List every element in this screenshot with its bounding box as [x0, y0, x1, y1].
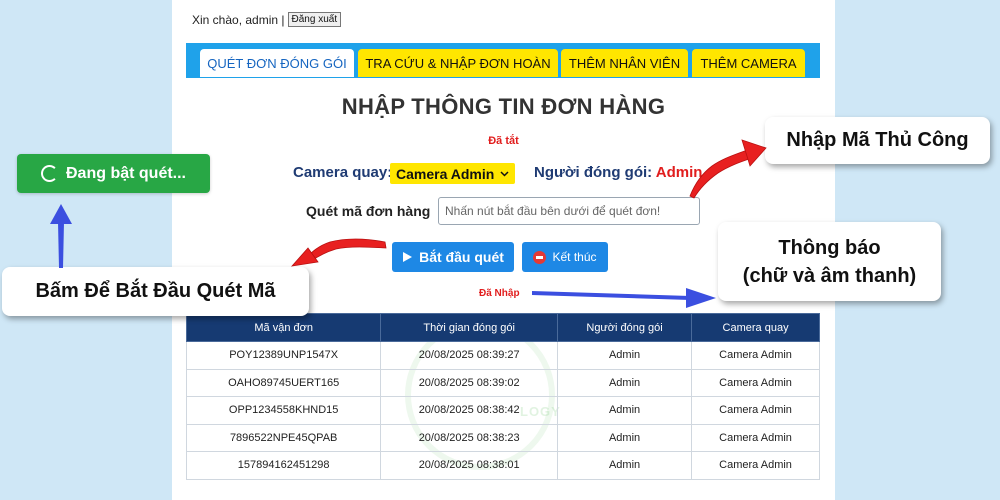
col-tracking-code: Mã vận đơn: [185, 313, 382, 342]
cell-packing-time: 20/08/2025 08:39:02: [380, 368, 559, 397]
cell-packer: Admin: [557, 451, 693, 480]
user-greeting: Xin chào, admin | Đăng xuất: [192, 12, 342, 27]
tab-add-staff[interactable]: THÊM NHÂN VIÊN: [561, 49, 688, 77]
cell-camera: Camera Admin: [691, 368, 820, 397]
cell-camera: Camera Admin: [691, 423, 820, 452]
col-packing-time: Thời gian đóng gói: [380, 313, 559, 342]
cell-tracking-code: OPP1234558KHND15: [185, 396, 382, 425]
cell-packer: Admin: [557, 423, 693, 452]
table-row[interactable]: OAHO89745UERT165 20/08/2025 08:39:02 Adm…: [185, 368, 820, 397]
packer-info: Người đóng gói: Admin: [534, 164, 702, 181]
cell-packing-time: 20/08/2025 08:38:42: [380, 396, 559, 425]
callout-notification-detail: (chữ và âm thanh): [742, 264, 917, 287]
cell-camera: Camera Admin: [691, 341, 820, 370]
tab-scan-packing[interactable]: QUÉT ĐƠN ĐÓNG GÓI: [200, 49, 354, 77]
stop-button[interactable]: Kết thúc: [522, 242, 608, 272]
spinner-icon: [41, 165, 58, 182]
table-row[interactable]: POY12389UNP1547X 20/08/2025 08:39:27 Adm…: [185, 341, 820, 370]
callout-notification: Thông báo (chữ và âm thanh): [718, 222, 941, 301]
table-row[interactable]: 157894162451298 20/08/2025 08:38:01 Admi…: [185, 451, 820, 480]
chevron-down-icon: [500, 170, 509, 177]
play-icon: [403, 252, 413, 262]
tab-lookup-returns[interactable]: TRA CỨU & NHẬP ĐƠN HOÀN: [358, 49, 558, 77]
camera-selected-value: Camera Admin: [396, 165, 495, 182]
tab-add-camera[interactable]: THÊM CAMERA: [692, 49, 805, 77]
tab-bar: QUÉT ĐƠN ĐÓNG GÓI TRA CỨU & NHẬP ĐƠN HOÀ…: [186, 43, 820, 78]
page-title: NHẬP THÔNG TIN ĐƠN HÀNG: [341, 94, 666, 119]
start-scan-label: Bắt đầu quét: [419, 249, 504, 265]
camera-status: Đã tắt: [488, 135, 519, 147]
callout-notification-title: Thông báo: [778, 236, 881, 259]
stop-label: Kết thúc: [552, 250, 597, 264]
packer-label: Người đóng gói:: [534, 164, 653, 181]
cell-camera: Camera Admin: [691, 451, 820, 480]
cell-tracking-code: OAHO89745UERT165: [185, 368, 382, 397]
cell-packing-time: 20/08/2025 08:38:01: [380, 451, 559, 480]
camera-label: Camera quay:: [293, 164, 393, 181]
callout-start-hint: Bấm Để Bắt Đầu Quét Mã: [2, 267, 309, 316]
cell-camera: Camera Admin: [691, 396, 820, 425]
cell-packer: Admin: [557, 396, 693, 425]
cell-tracking-code: 157894162451298: [185, 451, 382, 480]
cell-tracking-code: 7896522NPE45QPAB: [185, 423, 382, 452]
table-header-row: Mã vận đơn Thời gian đóng gói Người đóng…: [185, 313, 820, 342]
cell-packing-time: 20/08/2025 08:38:23: [380, 423, 559, 452]
stop-icon: [533, 250, 547, 264]
scan-label: Quét mã đơn hàng: [306, 203, 431, 219]
cell-tracking-code: POY12389UNP1547X: [185, 341, 382, 370]
orders-table: Mã vận đơn Thời gian đóng gói Người đóng…: [185, 313, 820, 480]
cell-packer: Admin: [557, 341, 693, 370]
scanning-status-label: Đang bật quét...: [66, 164, 186, 182]
arrow-scanning-icon: [58, 222, 64, 268]
logout-button[interactable]: Đăng xuất: [287, 12, 342, 27]
camera-select[interactable]: Camera Admin: [390, 163, 516, 184]
greeting-text: Xin chào, admin |: [192, 12, 285, 27]
scan-input[interactable]: [438, 197, 700, 225]
start-scan-button[interactable]: Bắt đầu quét: [392, 242, 514, 272]
table-row[interactable]: OPP1234558KHND15 20/08/2025 08:38:42 Adm…: [185, 396, 820, 425]
packer-value: Admin: [655, 164, 703, 181]
table-row[interactable]: 7896522NPE45QPAB 20/08/2025 08:38:23 Adm…: [185, 423, 820, 452]
scanning-status-button[interactable]: Đang bật quét...: [17, 154, 210, 193]
callout-manual-entry: Nhập Mã Thủ Công: [765, 117, 990, 164]
cell-packer: Admin: [557, 368, 693, 397]
imported-status: Đã Nhập: [479, 288, 520, 299]
col-camera: Camera quay: [691, 313, 820, 342]
col-packer: Người đóng gói: [557, 313, 693, 342]
cell-packing-time: 20/08/2025 08:39:27: [380, 341, 559, 370]
